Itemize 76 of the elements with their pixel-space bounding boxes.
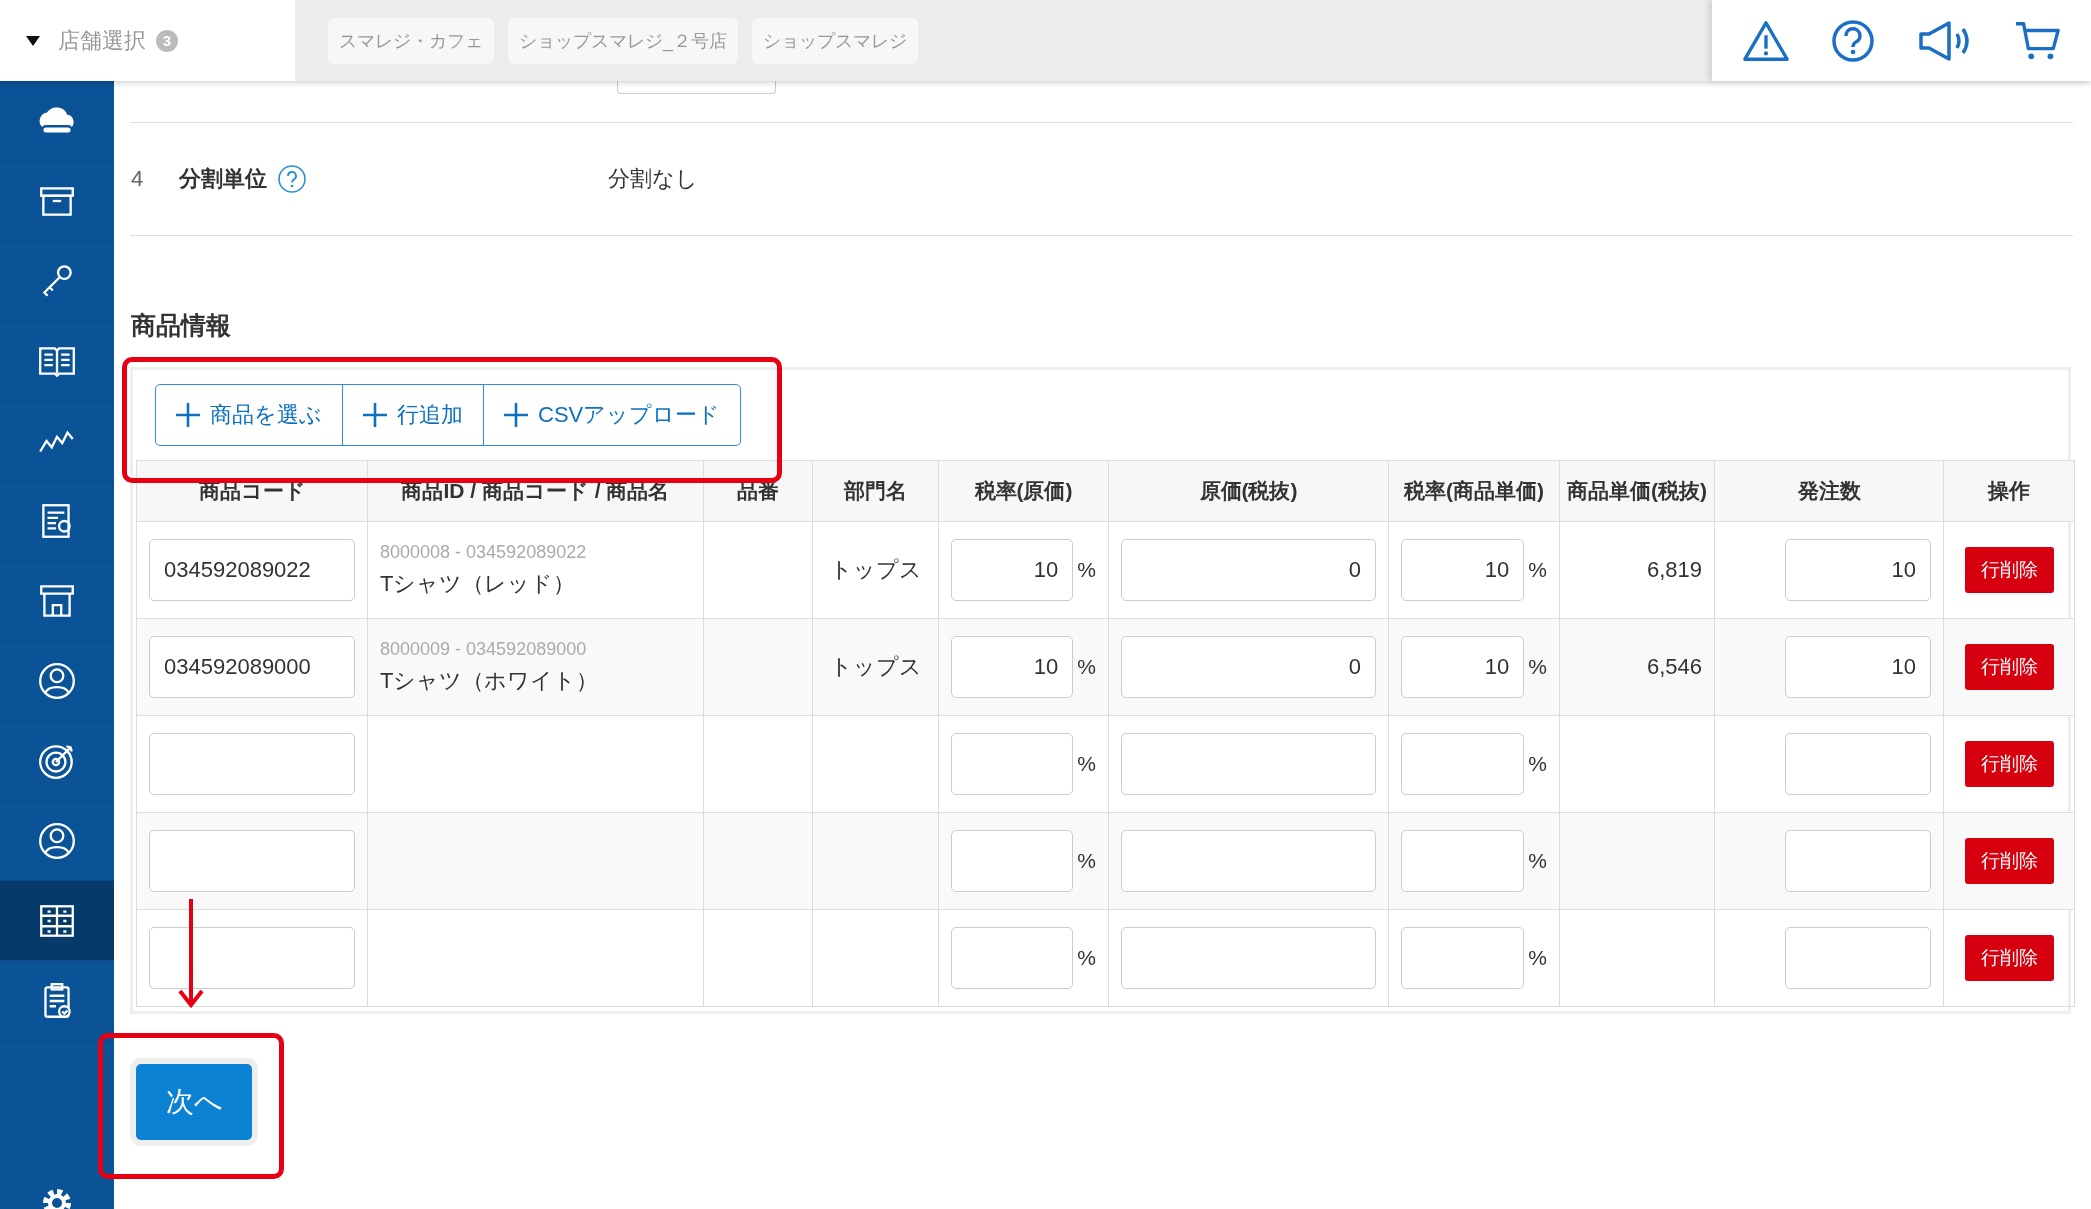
percent-sign: %	[1528, 752, 1547, 776]
percent-sign: %	[1528, 558, 1547, 582]
setting-value: 分割なし	[608, 165, 698, 193]
table-cell: トップス	[829, 557, 922, 582]
input-field[interactable]	[1401, 733, 1525, 795]
percent-sign: %	[1077, 752, 1096, 776]
add-button[interactable]: 行追加	[342, 384, 484, 446]
product-id: 8000008 - 034592089022	[380, 541, 588, 563]
input-field[interactable]: 10	[1785, 539, 1931, 601]
percent-sign: %	[1528, 946, 1547, 970]
input-field[interactable]: 10	[951, 636, 1074, 698]
input-field[interactable]	[1121, 733, 1376, 795]
caret-icon	[26, 35, 40, 46]
input-field[interactable]	[617, 81, 776, 94]
table-cell: 6,819	[1646, 557, 1702, 582]
table-cell: 6,546	[1646, 654, 1702, 679]
delete-row-button[interactable]: 行削除	[1964, 644, 2054, 690]
store-chip[interactable]: ショップスマレジ	[752, 17, 918, 64]
column-header: 操作	[1943, 460, 2075, 522]
store-select-label[interactable]: 店舗選択	[58, 25, 146, 56]
percent-sign: %	[1528, 655, 1547, 679]
column-header: 原価(税抜)	[1108, 460, 1389, 522]
percent-sign: %	[1077, 558, 1096, 582]
input-field[interactable]	[1401, 927, 1525, 989]
plus-icon	[363, 403, 387, 427]
product-name: Tシャツ（ホワイト）	[380, 666, 600, 695]
percent-sign: %	[1077, 946, 1096, 970]
column-header: 商品単価(税抜)	[1559, 460, 1715, 522]
section-title: 商品情報	[131, 310, 232, 341]
store-chip[interactable]: ショップスマレジ_２号店	[508, 17, 738, 64]
percent-sign: %	[1528, 849, 1547, 873]
sidebar-item[interactable]	[0, 881, 114, 961]
column-header: 発注数	[1714, 460, 1944, 522]
input-field[interactable]: 10	[1401, 636, 1525, 698]
input-field[interactable]: 0	[1121, 539, 1376, 601]
column-header: 税率(原価)	[938, 460, 1109, 522]
add-button[interactable]: 商品を選ぶ	[155, 384, 343, 446]
delete-row-button[interactable]: 行削除	[1964, 935, 2054, 981]
input-field[interactable]	[951, 733, 1074, 795]
input-field[interactable]: 10	[951, 539, 1074, 601]
setting-label: 分割単位	[179, 165, 267, 193]
plus-icon	[176, 403, 200, 427]
product-id: 8000009 - 034592089000	[380, 638, 588, 660]
input-field[interactable]	[1785, 733, 1931, 795]
add-button[interactable]: CSVアップロード	[483, 384, 742, 446]
delete-row-button[interactable]: 行削除	[1964, 838, 2054, 884]
plus-icon	[504, 403, 528, 427]
input-field[interactable]	[149, 927, 355, 989]
input-field[interactable]	[149, 733, 355, 795]
input-field[interactable]	[1401, 830, 1525, 892]
column-header: 税率(商品単価)	[1388, 460, 1560, 522]
input-field[interactable]	[1121, 830, 1376, 892]
percent-sign: %	[1077, 849, 1096, 873]
row-number: 4	[130, 166, 145, 192]
help-icon[interactable]	[1829, 18, 1876, 63]
input-field[interactable]	[951, 927, 1074, 989]
help-icon[interactable]	[277, 164, 307, 194]
input-field[interactable]	[1785, 830, 1931, 892]
delete-row-button[interactable]: 行削除	[1964, 741, 2054, 787]
column-header: 部門名	[812, 460, 939, 522]
store-chip[interactable]: スマレジ・カフェ	[328, 17, 494, 64]
input-field[interactable]: 10	[1401, 539, 1525, 601]
input-field[interactable]: 10	[1785, 636, 1931, 698]
product-name: Tシャツ（レッド）	[380, 569, 577, 598]
count-badge: 3	[156, 29, 178, 52]
warning-icon[interactable]	[1742, 18, 1789, 63]
input-field[interactable]	[951, 830, 1074, 892]
input-field[interactable]	[1785, 927, 1931, 989]
input-field[interactable]: 0	[1121, 636, 1376, 698]
input-field[interactable]	[149, 830, 355, 892]
delete-row-button[interactable]: 行削除	[1964, 547, 2054, 593]
input-field[interactable]	[1121, 927, 1376, 989]
input-field[interactable]: 034592089000	[149, 636, 355, 698]
input-field[interactable]: 034592089022	[149, 539, 355, 601]
table-cell: トップス	[829, 654, 922, 679]
percent-sign: %	[1077, 655, 1096, 679]
